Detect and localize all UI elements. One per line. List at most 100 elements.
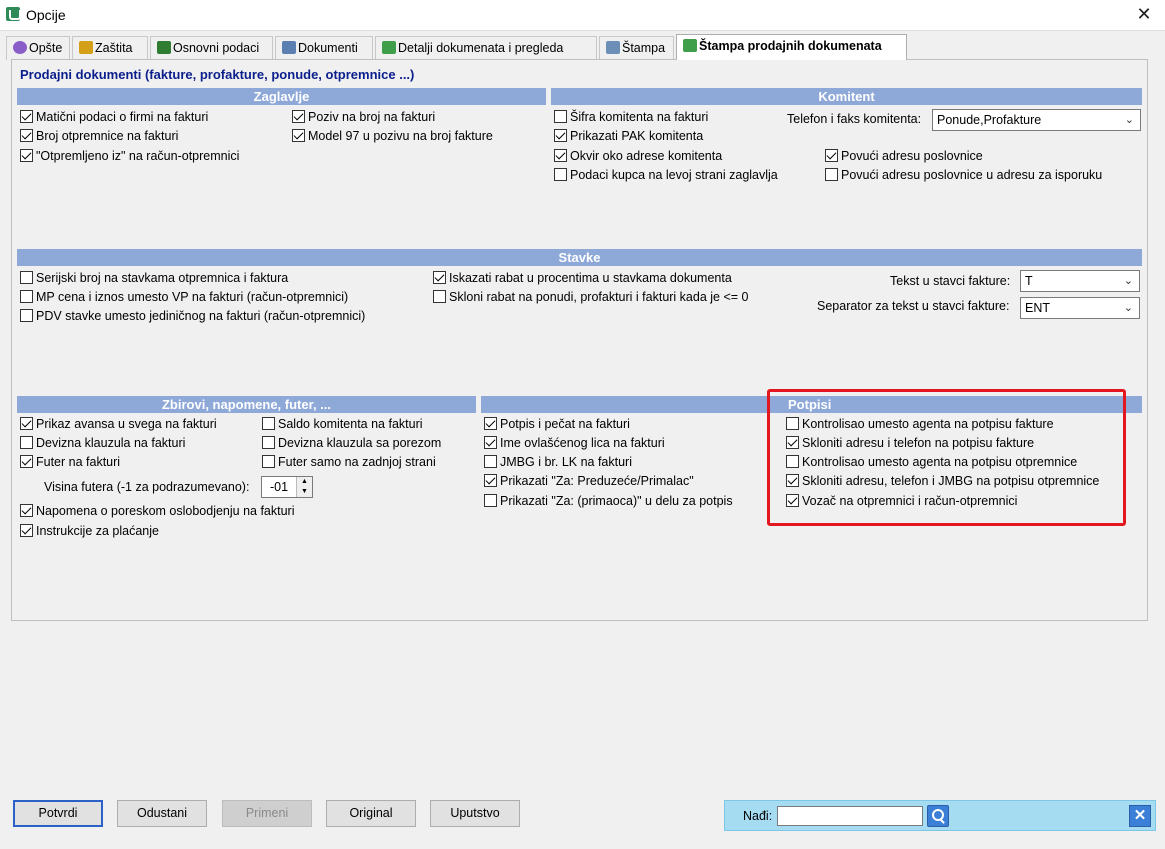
tab-opste[interactable]: Opšte [6,36,70,60]
checkbox-instrukcije-placanje[interactable]: Instrukcije za plaćanje [20,524,159,539]
checkbox-saldo-komitenta[interactable]: Saldo komitenta na fakturi [262,417,423,432]
checkbox-napomena-oslobodjenje[interactable]: Napomena o poreskom oslobodjenju na fakt… [20,504,295,519]
tab-osnovni-podaci[interactable]: Osnovni podaci [150,36,273,60]
tab-zastita[interactable]: Zaštita [72,36,148,60]
checkbox-box[interactable] [554,168,567,181]
checkbox-model-97[interactable]: Model 97 u pozivu na broj fakture [292,129,493,144]
checkbox-box[interactable] [20,129,33,142]
section-header-stavke: Stavke [17,249,1142,266]
checkbox-box[interactable] [20,455,33,468]
checkbox-ime-ovlascenog[interactable]: Ime ovlašćenog lica na fakturi [484,436,665,451]
checkbox-label: Saldo komitenta na fakturi [278,417,423,431]
checkbox-povuci-adresu-poslovnice[interactable]: Povući adresu poslovnice [825,149,983,164]
checkbox-box[interactable] [786,494,799,507]
checkbox-box[interactable] [262,436,275,449]
checkbox-box[interactable] [786,417,799,430]
checkbox-label: Kontrolisao umesto agenta na potpisu fak… [802,417,1054,431]
tab-stampa[interactable]: Štampa [599,36,674,60]
checkbox-box[interactable] [825,149,838,162]
checkbox-box[interactable] [786,455,799,468]
checkbox-label: Vozač na otpremnici i račun-otpremnici [802,494,1018,508]
checkbox-poziv-na-broj[interactable]: Poziv na broj na fakturi [292,110,435,125]
checkbox-box[interactable] [786,436,799,449]
checkbox-iskazati-rabat[interactable]: Iskazati rabat u procentima u stavkama d… [433,271,732,286]
checkbox-za-preduzece[interactable]: Prikazati "Za: Preduzeće/Primalac" [484,474,694,489]
search-icon[interactable] [927,805,949,827]
checkbox-otpremljeno-iz[interactable]: "Otpremljeno iz" na račun-otpremnici [20,149,239,164]
spinner-arrows-icon[interactable]: ▲ ▼ [296,477,312,497]
section-header-zaglavlje: Zaglavlje [17,88,546,105]
checkbox-kontrolisao-faktura[interactable]: Kontrolisao umesto agenta na potpisu fak… [786,417,1054,432]
checkbox-box[interactable] [20,290,33,303]
tab-label: Osnovni podaci [173,41,260,55]
select-value: ENT [1025,301,1050,315]
tekst-stavke-select[interactable]: T ⌄ [1020,270,1140,292]
checkbox-kontrolisao-otpremnica[interactable]: Kontrolisao umesto agenta na potpisu otp… [786,455,1077,470]
checkbox-mp-cena[interactable]: MP cena i iznos umesto VP na fakturi (ra… [20,290,348,305]
tab-stampa-prodajnih-dokumenata[interactable]: Štampa prodajnih dokumenata [676,34,907,60]
checkbox-okvir-adrese[interactable]: Okvir oko adrese komitenta [554,149,722,164]
checkbox-box[interactable] [292,129,305,142]
apply-button[interactable]: Primeni [222,800,312,827]
title-bar: Opcije ✕ [0,0,1165,31]
checkbox-box[interactable] [20,417,33,430]
tab-detalji-dokumenata[interactable]: Detalji dokumenata i pregleda [375,36,597,60]
checkbox-box[interactable] [786,474,799,487]
checkbox-box[interactable] [554,149,567,162]
checkbox-box[interactable] [20,271,33,284]
checkbox-box[interactable] [484,436,497,449]
checkbox-box[interactable] [484,494,497,507]
checkbox-devizna-klauzula[interactable]: Devizna klauzula na fakturi [20,436,185,451]
cancel-button[interactable]: Odustani [117,800,207,827]
checkbox-pak-komitenta[interactable]: Prikazati PAK komitenta [554,129,703,144]
confirm-button[interactable]: Potvrdi [13,800,103,827]
checkbox-box[interactable] [484,474,497,487]
checkbox-jmbg-lk[interactable]: JMBG i br. LK na fakturi [484,455,632,470]
separator-select[interactable]: ENT ⌄ [1020,297,1140,319]
tab-dokumenti[interactable]: Dokumenti [275,36,373,60]
checkbox-futer-zadnja-strana[interactable]: Futer samo na zadnjoj strani [262,455,436,470]
checkbox-prikaz-avansa[interactable]: Prikaz avansa u svega na fakturi [20,417,217,432]
find-input[interactable] [777,806,923,826]
close-find-button[interactable]: ✕ [1129,805,1151,827]
checkbox-futer[interactable]: Futer na fakturi [20,455,120,470]
checkbox-box[interactable] [554,110,567,123]
separator-label: Separator za tekst u stavci fakture: [817,299,1010,313]
telefon-faks-select[interactable]: Ponude,Profakture ⌄ [932,109,1141,131]
visina-futera-spinner[interactable]: -01 ▲ ▼ [261,476,313,498]
checkbox-box[interactable] [262,417,275,430]
checkbox-label: MP cena i iznos umesto VP na fakturi (ra… [36,290,349,304]
checkbox-box[interactable] [484,417,497,430]
checkbox-box[interactable] [20,309,33,322]
checkbox-box[interactable] [554,129,567,142]
checkbox-skloniti-adresu-faktura[interactable]: Skloniti adresu i telefon na potpisu fak… [786,436,1034,451]
checkbox-maticni-podaci[interactable]: Matični podaci o firmi na fakturi [20,110,208,125]
checkbox-devizna-klauzula-porez[interactable]: Devizna klauzula sa porezom [262,436,441,451]
checkbox-pdv-stavke[interactable]: PDV stavke umesto jediničnog na fakturi … [20,309,365,324]
checkbox-box[interactable] [20,504,33,517]
checkbox-box[interactable] [262,455,275,468]
checkbox-broj-otpremnice[interactable]: Broj otpremnice na fakturi [20,129,178,144]
checkbox-za-primaoca[interactable]: Prikazati "Za: (primaoca)" u delu za pot… [484,494,733,509]
checkbox-box[interactable] [20,524,33,537]
original-button[interactable]: Original [326,800,416,827]
checkbox-skloni-rabat[interactable]: Skloni rabat na ponudi, profakturi i fak… [433,290,749,305]
close-window-button[interactable]: ✕ [1133,3,1155,25]
checkbox-label: Kontrolisao umesto agenta na potpisu otp… [802,455,1078,469]
checkbox-box[interactable] [484,455,497,468]
checkbox-sifra-komitenta[interactable]: Šifra komitenta na fakturi [554,110,708,125]
checkbox-podaci-kupca-levo[interactable]: Podaci kupca na levoj strani zaglavlja [554,168,778,183]
checkbox-box[interactable] [292,110,305,123]
checkbox-box[interactable] [433,290,446,303]
checkbox-box[interactable] [433,271,446,284]
checkbox-box[interactable] [20,149,33,162]
checkbox-vozac[interactable]: Vozač na otpremnici i račun-otpremnici [786,494,1017,509]
checkbox-potpis-pecat[interactable]: Potpis i pečat na fakturi [484,417,630,432]
checkbox-box[interactable] [825,168,838,181]
checkbox-serijski-broj[interactable]: Serijski broj na stavkama otpremnica i f… [20,271,288,286]
help-button[interactable]: Uputstvo [430,800,520,827]
checkbox-skloniti-adresu-otpremnica[interactable]: Skloniti adresu, telefon i JMBG na potpi… [786,474,1099,489]
checkbox-box[interactable] [20,436,33,449]
checkbox-box[interactable] [20,110,33,123]
checkbox-povuci-adresu-isporuka[interactable]: Povući adresu poslovnice u adresu za isp… [825,168,1102,183]
